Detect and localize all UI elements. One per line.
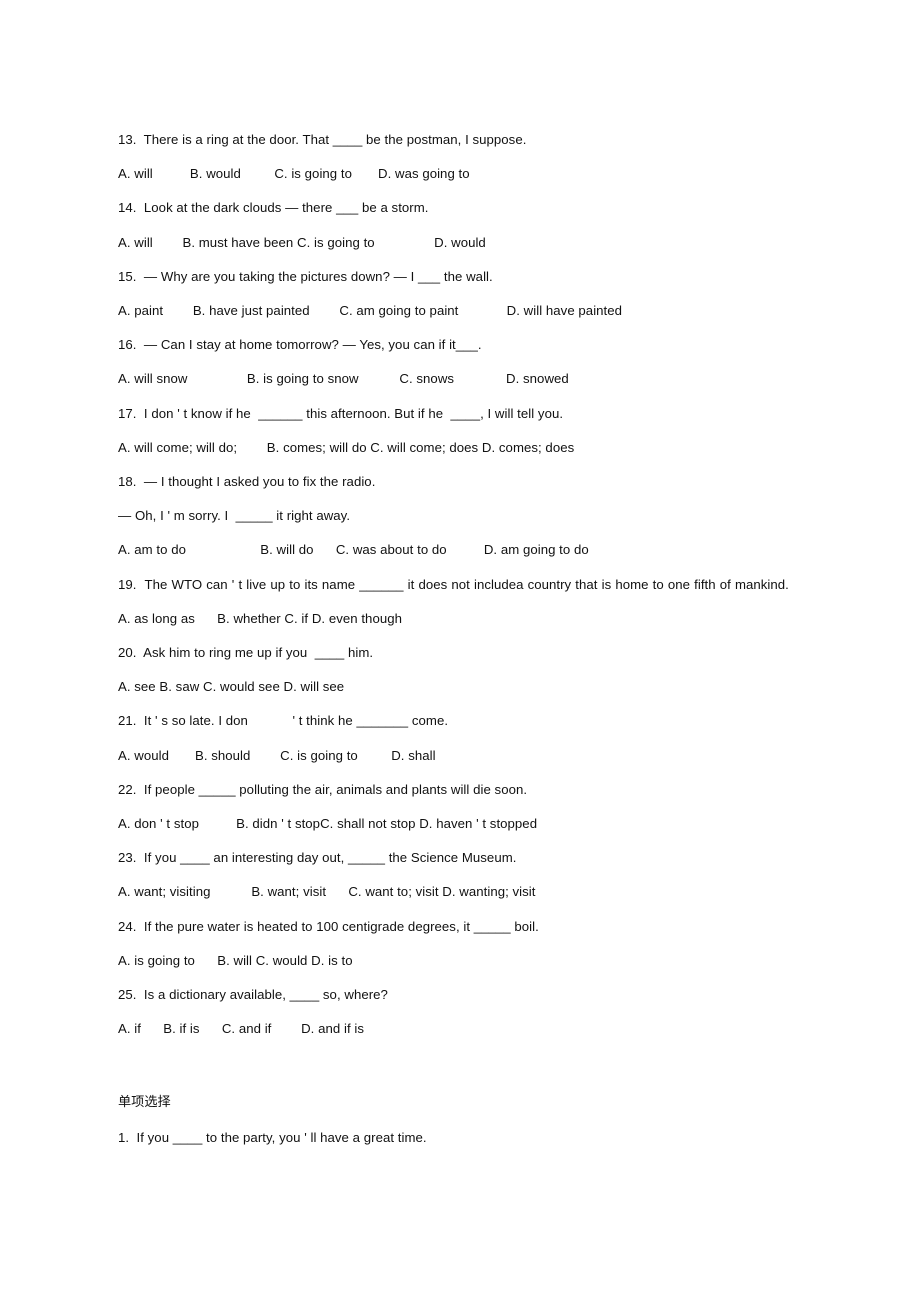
worksheet-body: 13. There is a ring at the door. That __… <box>118 123 818 1155</box>
question-21-stem: 21. It ' s so late. I don ' t think he _… <box>118 713 449 729</box>
question-18-stem: 18. — I thought I asked you to fix the r… <box>118 474 376 490</box>
question-25-options: A. if B. if is C. and if D. and if is <box>118 1021 365 1037</box>
question-20-options: A. see B. saw C. would see D. will see <box>118 679 345 695</box>
question-18-options: A. am to do B. will do C. was about to d… <box>118 542 589 558</box>
question-17-stem: 17. I don ' t know if he ______ this aft… <box>118 405 564 421</box>
question-20-stem: 20. Ask him to ring me up if you ____ hi… <box>118 645 374 661</box>
question-17-options: A. will come; will do; B. comes; will do… <box>118 439 575 455</box>
question-16-options: A. will snow B. is going to snow C. snow… <box>118 371 569 387</box>
question-21-options: A. would B. should C. is going to D. sha… <box>118 747 436 763</box>
question-14-options: A. will B. must have been C. is going to… <box>118 234 486 250</box>
question-24-stem: 24. If the pure water is heated to 100 c… <box>118 918 539 934</box>
question-13-options: A. will B. would C. is going to D. was g… <box>118 166 470 182</box>
question-16-stem: 16. — Can I stay at home tomorrow? — Yes… <box>118 337 482 353</box>
document-page: 13. There is a ring at the door. That __… <box>0 0 920 1303</box>
question-22-options: A. don ' t stop B. didn ' t stopC. shall… <box>118 816 538 832</box>
question-22-stem: 22. If people _____ polluting the air, a… <box>118 781 528 797</box>
question-24-options: A. is going to B. will C. would D. is to <box>118 952 353 968</box>
section2-question-1-stem: 1. If you ____ to the party, you ' ll ha… <box>118 1129 427 1145</box>
section-heading-multiple-choice: 单项选择 <box>118 1095 171 1111</box>
question-18-stem-continued: — Oh, I ' m sorry. I _____ it right away… <box>118 508 351 524</box>
question-25-stem: 25. Is a dictionary available, ____ so, … <box>118 987 388 1003</box>
question-23-stem: 23. If you ____ an interesting day out, … <box>118 850 517 866</box>
question-19-options: A. as long as B. whether C. if D. even t… <box>118 610 402 626</box>
question-23-options: A. want; visiting B. want; visit C. want… <box>118 884 536 900</box>
question-19-stem: 19. The WTO can ' t live up to its name … <box>118 576 789 592</box>
question-14-stem: 14. Look at the dark clouds — there ___ … <box>118 200 429 216</box>
question-15-options: A. paint B. have just painted C. am goin… <box>118 303 623 319</box>
question-15-stem: 15. — Why are you taking the pictures do… <box>118 268 493 284</box>
question-13-stem: 13. There is a ring at the door. That __… <box>118 132 527 147</box>
